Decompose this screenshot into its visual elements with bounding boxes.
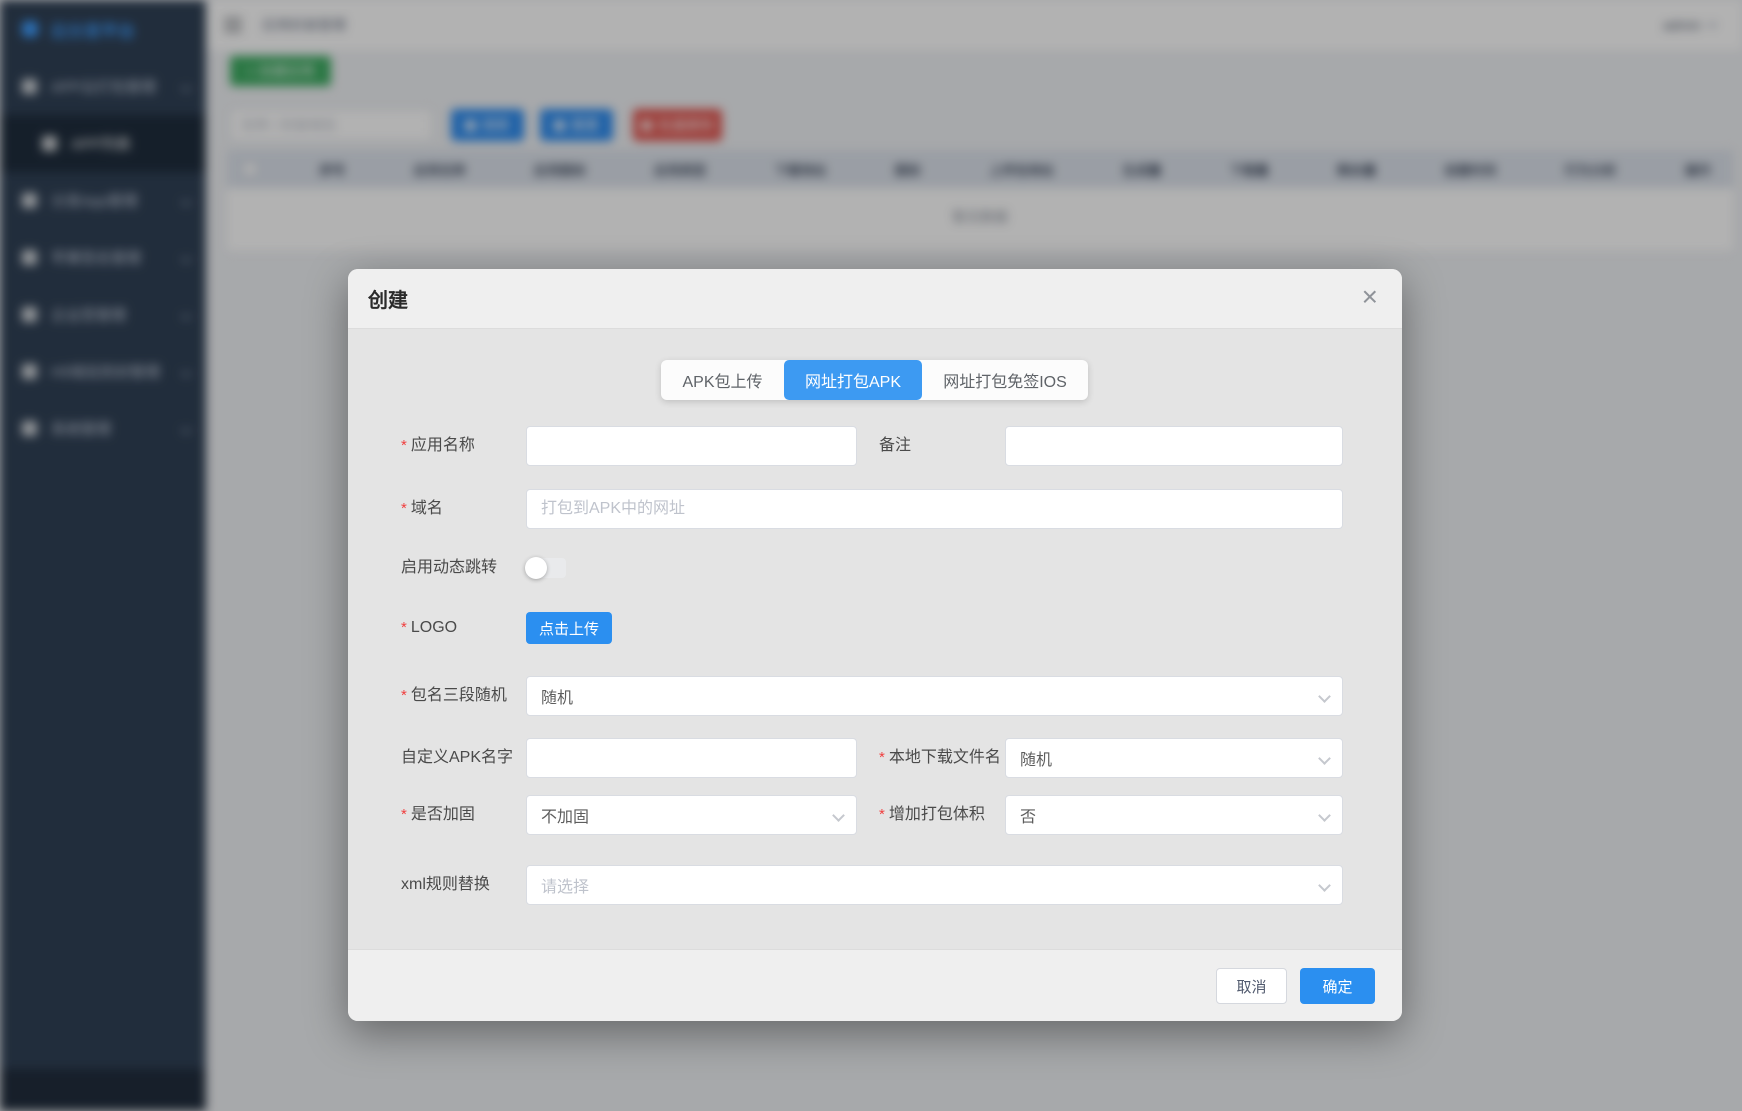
modal-title: 创建 bbox=[368, 290, 408, 312]
add-size-label: * 增加打包体积 bbox=[879, 806, 985, 823]
package-random-select[interactable]: 随机 bbox=[526, 676, 1343, 716]
remark-input[interactable] bbox=[1005, 426, 1343, 466]
create-modal: 创建 × APK包上传 网址打包APK 网址打包免签IOS * 应用名称 备注 *… bbox=[348, 269, 1402, 1021]
chevron-down-icon bbox=[1318, 809, 1331, 822]
tab-url-apk[interactable]: 网址打包APK bbox=[784, 360, 922, 400]
custom-apk-name-label: 自定义APK名字 bbox=[401, 749, 514, 766]
packaging-type-tabs: APK包上传 网址打包APK 网址打包免签IOS bbox=[661, 360, 1088, 400]
xml-rule-label: xml规则替换 bbox=[401, 876, 490, 893]
tab-apk-upload[interactable]: APK包上传 bbox=[661, 360, 784, 400]
close-icon[interactable]: × bbox=[1362, 283, 1378, 311]
harden-select[interactable]: 不加固 bbox=[526, 795, 857, 835]
confirm-button[interactable]: 确定 bbox=[1300, 968, 1375, 1004]
add-size-select[interactable]: 否 bbox=[1005, 795, 1343, 835]
app-name-label: * 应用名称 bbox=[401, 437, 475, 454]
dynamic-jump-toggle[interactable] bbox=[525, 557, 566, 579]
remark-label: 备注 bbox=[879, 437, 912, 454]
dynamic-jump-label: 启用动态跳转 bbox=[401, 559, 498, 576]
local-filename-select[interactable]: 随机 bbox=[1005, 738, 1343, 778]
chevron-down-icon bbox=[832, 809, 845, 822]
app-name-input[interactable] bbox=[526, 426, 857, 466]
logo-label: * LOGO bbox=[401, 619, 458, 636]
modal-header: 创建 × bbox=[348, 269, 1402, 329]
harden-label: * 是否加固 bbox=[401, 806, 475, 823]
tab-url-ios[interactable]: 网址打包免签IOS bbox=[922, 360, 1088, 400]
chevron-down-icon bbox=[1318, 879, 1331, 892]
domain-input[interactable] bbox=[526, 489, 1343, 529]
xml-rule-select[interactable]: 请选择 bbox=[526, 865, 1343, 905]
modal-body: APK包上传 网址打包APK 网址打包免签IOS *应用名称 备注 *域名 启用… bbox=[348, 329, 1402, 949]
cancel-button[interactable]: 取消 bbox=[1216, 968, 1287, 1004]
local-filename-label: * 本地下载文件名 bbox=[879, 749, 1001, 766]
package-random-label: * 包名三段随机 bbox=[401, 687, 507, 704]
custom-apk-name-input[interactable] bbox=[526, 738, 857, 778]
domain-label: * 域名 bbox=[401, 500, 443, 517]
toggle-knob bbox=[525, 557, 547, 579]
chevron-down-icon bbox=[1318, 690, 1331, 703]
logo-upload-button[interactable]: 点击上传 bbox=[526, 612, 612, 644]
modal-footer: 取消 确定 bbox=[348, 949, 1402, 1021]
screen: 云分发平台 APP云打包管理 APP列表 分发App管理 苹果签名管理 企业签管… bbox=[0, 0, 1742, 1111]
chevron-down-icon bbox=[1318, 752, 1331, 765]
